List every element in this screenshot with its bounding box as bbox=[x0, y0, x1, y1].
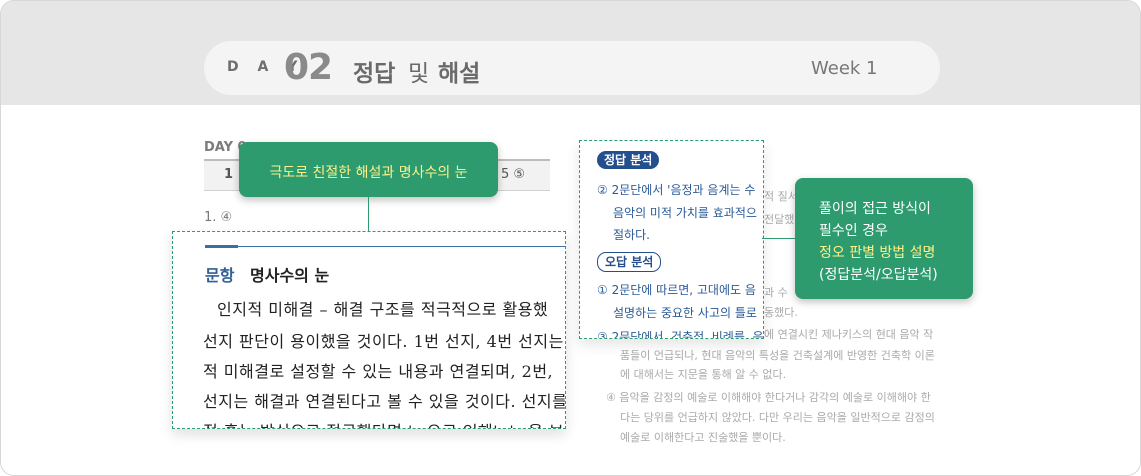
day-number: 02 bbox=[284, 47, 333, 88]
faint-line: 전달했 bbox=[764, 213, 795, 226]
analysis-line: ③ 2문단에서, 건축적, 비례를, 음 bbox=[597, 330, 764, 339]
commentary-line: 선지는 해결과 연결된다고 볼 수 있을 것이다. 선지를 bbox=[203, 392, 566, 411]
commentary-line: 적 미해결로 설정할 수 있는 내용과 연결되며, 2번, bbox=[203, 362, 554, 381]
faint-line: 적 질서 bbox=[764, 190, 798, 203]
question-number: 1. ④ bbox=[204, 210, 233, 225]
callout-highlight: 정오 판별 방법 설명 bbox=[819, 245, 936, 261]
commentary-line: 선지 판단이 용이했을 것이다. 1번 선지, 4번 선지는 bbox=[203, 332, 564, 351]
section-tag: 문항 bbox=[205, 266, 235, 285]
connector-line bbox=[762, 238, 795, 239]
callout-approach: 풀이의 접근 방식이 필수인 경우 정오 판별 방법 설명 (정답분석/오답분석… bbox=[795, 178, 973, 299]
callout-commentary: 극도로 친절한 해설과 명사수의 눈 bbox=[239, 142, 498, 197]
zoom-box-commentary: 문항 명사수의 눈 인지적 미해결 – 해결 구조를 적극적으로 활용했 선지 … bbox=[172, 231, 566, 429]
answer-first: 1 bbox=[224, 167, 234, 182]
title-answer: 정답 bbox=[353, 61, 396, 87]
badge-wrong-analysis: 오답 분석 bbox=[597, 252, 662, 272]
callout-line: 필수인 경우 bbox=[819, 223, 888, 239]
faint-line: 과 수 bbox=[764, 286, 788, 299]
callout-line: (정답분석/오답분석) bbox=[819, 267, 938, 283]
page-frame: D A Y 02 정답 및 해설 Week 1 DAY 0 1 5 ⑤ 1. ④… bbox=[0, 0, 1141, 476]
connector-line bbox=[368, 197, 369, 231]
analysis-line: 설명하는 중요한 사고의 틀로 bbox=[613, 306, 757, 320]
title-and: 및 bbox=[408, 61, 430, 87]
faint-line: 다는 당위를 언급하지 않았다. 다만 우리는 음악을 일반적으로 감정의 bbox=[620, 411, 935, 424]
analysis-line: 절하다. bbox=[613, 228, 650, 242]
faint-line: 에 대해서는 지문을 통해 알 수 없다. bbox=[620, 368, 787, 381]
callout-text: 극도로 친절한 해설과 명사수의 눈 bbox=[269, 165, 468, 181]
badge-correct-analysis: 정답 분석 bbox=[597, 151, 660, 169]
faint-line: 예술로 이해한다고 진술했을 뿐이다. bbox=[620, 431, 786, 444]
analysis-line: 음악의 미적 가치를 효과적으 bbox=[613, 206, 757, 220]
zoom-box-analysis: 정답 분석 ② 2문단에서 '음정과 음계는 수 음악의 미적 가치를 효과적으… bbox=[579, 140, 764, 339]
divider-accent bbox=[205, 245, 238, 248]
divider bbox=[205, 246, 565, 247]
analysis-line: ② 2문단에서 '음정과 음계는 수 bbox=[597, 183, 756, 197]
week-label: Week 1 bbox=[811, 58, 878, 79]
faint-line: 동했다. bbox=[764, 306, 798, 319]
faint-line: 에 연결시킨 제나키스의 현대 음악 작 bbox=[764, 328, 934, 341]
answer-last: 5 ⑤ bbox=[501, 167, 526, 182]
faint-line: 품들이 언급되나, 현대 음악의 특성을 건축설계에 반영한 건축학 이론 bbox=[620, 349, 935, 362]
section-title: 명사수의 눈 bbox=[250, 266, 330, 285]
commentary-line: 인지적 미해결 – 해결 구조를 적극적으로 활용했 bbox=[217, 300, 549, 319]
title-explanation: 해설 bbox=[438, 61, 481, 87]
analysis-line: ① 2문단에 따르면, 고대에도 음 bbox=[597, 283, 756, 297]
faint-line: ④ 음악을 감정의 예술로 이해해야 한다거나 감각의 예술로 이해해야 한 bbox=[606, 391, 931, 404]
commentary-line: 적 혹는 방식으로 접근했다면 '~으로 인해', '~을 보 bbox=[203, 418, 564, 428]
callout-line: 풀이의 접근 방식이 bbox=[819, 201, 931, 217]
